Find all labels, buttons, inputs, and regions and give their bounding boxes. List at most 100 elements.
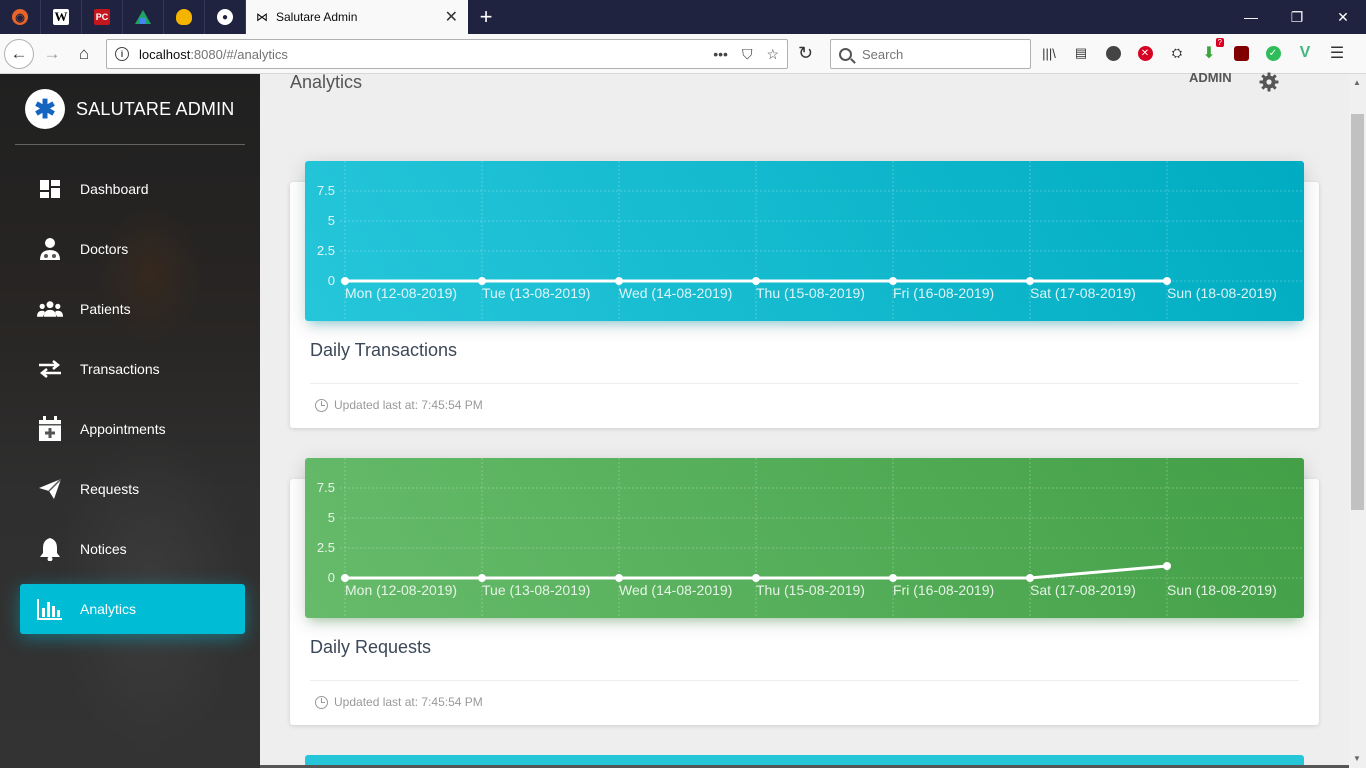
pinned-tab-wikipedia[interactable]: W <box>41 0 82 34</box>
line-chart: 0 2.5 5 7.5 Mon (12-08-2019) Tue (13-08-2019)… <box>317 161 1304 321</box>
sidebar-item-dashboard[interactable]: Dashboard <box>20 164 245 214</box>
data-point <box>1026 277 1034 285</box>
y-tick-label: 7.5 <box>317 480 335 495</box>
lock-extension-icon[interactable]: ⛭ <box>1168 42 1186 64</box>
scroll-up-arrow[interactable]: ▲ <box>1353 78 1361 87</box>
scroll-thumb[interactable] <box>1351 114 1364 510</box>
restore-button[interactable]: ❐ <box>1274 0 1320 34</box>
patients-icon <box>37 296 63 322</box>
pocket-icon[interactable]: ⛉ <box>742 46 753 63</box>
data-point <box>341 574 349 582</box>
back-button[interactable]: ← <box>4 38 34 69</box>
url-path: :8080/#/analytics <box>190 46 288 62</box>
library-icon[interactable]: |||\ <box>1040 42 1058 64</box>
x-tick-label: Thu (15-08-2019) <box>756 582 865 598</box>
account-icon[interactable] <box>1104 42 1122 64</box>
sidebar-nav: Dashboard Doctors Patients Transactions … <box>0 164 260 634</box>
reload-icon[interactable]: ↻ <box>798 43 813 64</box>
card-divider <box>310 383 1299 384</box>
page-scrollbar[interactable]: ▲ ▼ <box>1349 74 1366 768</box>
home-button[interactable]: ⌂ <box>68 38 100 70</box>
pinned-tab-google-drive[interactable] <box>123 0 164 34</box>
firefox-icon: ◉ <box>12 9 28 25</box>
google-drive-icon <box>135 10 151 24</box>
x-tick-label: Wed (14-08-2019) <box>619 285 732 301</box>
y-tick-label: 5 <box>328 510 335 525</box>
pinned-tab-github[interactable]: ● <box>205 0 246 34</box>
data-point <box>752 574 760 582</box>
info-icon[interactable]: i <box>115 47 129 61</box>
sidebar-item-label: Transactions <box>80 361 160 377</box>
ublock-icon[interactable] <box>1232 42 1250 64</box>
github-icon: ● <box>217 9 233 25</box>
pinned-tab-firebase[interactable] <box>164 0 205 34</box>
x-tick-label: Wed (14-08-2019) <box>619 582 732 598</box>
clock-icon <box>315 695 328 709</box>
pinned-tab-pcgamer[interactable]: PC <box>82 0 123 34</box>
check-extension-icon[interactable]: ✓ <box>1264 42 1282 64</box>
sidebar-item-appointments[interactable]: Appointments <box>20 404 245 454</box>
minimize-button[interactable]: — <box>1228 0 1274 34</box>
search-input[interactable] <box>862 46 1012 62</box>
x-tick-label: Fri (16-08-2019) <box>893 582 994 598</box>
doctor-icon <box>37 236 63 262</box>
daily-requests-card: 0 2.5 5 7.5 Mon (12-08-2019) Tue (13-08-2019)… <box>290 458 1319 725</box>
x-tick-label: Fri (16-08-2019) <box>893 285 994 301</box>
sidebar-item-patients[interactable]: Patients <box>20 284 245 334</box>
close-tab-icon[interactable]: ✕ <box>445 7 458 27</box>
admin-user-label[interactable]: ADMIN <box>1189 70 1232 85</box>
download-extension-icon[interactable]: ⬇? <box>1200 38 1224 64</box>
daily-transactions-card: 0 2.5 5 7.5 Mon (12-08-2019) Tue (13-08-2019)… <box>290 161 1319 428</box>
data-point <box>1026 574 1034 582</box>
sidebar-item-label: Dashboard <box>80 181 149 197</box>
url-bar[interactable]: i localhost:8080/#/analytics ••• ⛉ ☆ <box>106 39 788 69</box>
bookmark-star-icon[interactable]: ☆ <box>766 46 779 63</box>
y-tick-label: 2.5 <box>317 540 335 555</box>
gear-icon[interactable] <box>1259 72 1279 92</box>
search-box[interactable] <box>830 39 1031 69</box>
x-tick-label: Sun (18-08-2019) <box>1167 582 1277 598</box>
menu-icon[interactable]: ☰ <box>1328 42 1346 64</box>
clock-icon <box>315 398 328 412</box>
card-title: Daily Transactions <box>310 340 458 360</box>
data-point <box>615 277 623 285</box>
close-window-button[interactable]: ✕ <box>1320 0 1366 34</box>
bell-icon <box>37 536 63 562</box>
vue-devtools-icon[interactable]: V <box>1296 42 1314 64</box>
sidebar-item-doctors[interactable]: Doctors <box>20 224 245 274</box>
sidebar-item-notices[interactable]: Notices <box>20 524 245 574</box>
daily-transactions-chart: 0 2.5 5 7.5 Mon (12-08-2019) Tue (13-08-2019)… <box>305 161 1304 321</box>
forward-button[interactable]: → <box>36 38 68 70</box>
pinned-tab-firefox[interactable]: ◉ <box>0 0 41 34</box>
x-tick-label: Tue (13-08-2019) <box>482 285 590 301</box>
scroll-down-arrow[interactable]: ▼ <box>1353 754 1361 763</box>
new-tab-button[interactable]: + <box>468 0 504 34</box>
data-point <box>341 277 349 285</box>
line-chart: 0 2.5 5 7.5 Mon (12-08-2019) Tue (13-08-2019)… <box>317 458 1304 618</box>
sidebar-item-transactions[interactable]: Transactions <box>20 344 245 394</box>
updated-timestamp: Updated last at: 7:45:54 PM <box>334 695 483 709</box>
blocker-extension-icon[interactable]: ✕ <box>1136 42 1154 64</box>
active-tab[interactable]: ⋈ Salutare Admin ✕ <box>246 0 468 34</box>
star-of-life-logo-icon: ✱ <box>25 89 65 129</box>
x-tick-label: Mon (12-08-2019) <box>345 582 457 598</box>
page-actions-icon[interactable]: ••• <box>713 46 728 62</box>
sidebar-item-label: Appointments <box>80 421 166 437</box>
data-point <box>615 574 623 582</box>
x-tick-label: Sat (17-08-2019) <box>1030 582 1136 598</box>
x-tick-label: Tue (13-08-2019) <box>482 582 590 598</box>
data-point <box>889 277 897 285</box>
sidebar-item-analytics[interactable]: Analytics <box>20 584 245 634</box>
card-divider <box>310 680 1299 681</box>
pcgamer-icon: PC <box>94 9 110 25</box>
search-icon <box>839 47 852 61</box>
daily-requests-chart: 0 2.5 5 7.5 Mon (12-08-2019) Tue (13-08-2019)… <box>305 458 1304 618</box>
x-tick-label: Sat (17-08-2019) <box>1030 285 1136 301</box>
brand[interactable]: ✱ SALUTARE ADMIN <box>0 74 260 144</box>
sidebar-toggle-icon[interactable]: ▤ <box>1072 42 1090 64</box>
y-tick-label: 7.5 <box>317 183 335 198</box>
transactions-icon <box>37 356 63 382</box>
bowtie-icon: ⋈ <box>256 10 268 24</box>
page-title: Analytics <box>290 72 363 92</box>
sidebar-item-requests[interactable]: Requests <box>20 464 245 514</box>
